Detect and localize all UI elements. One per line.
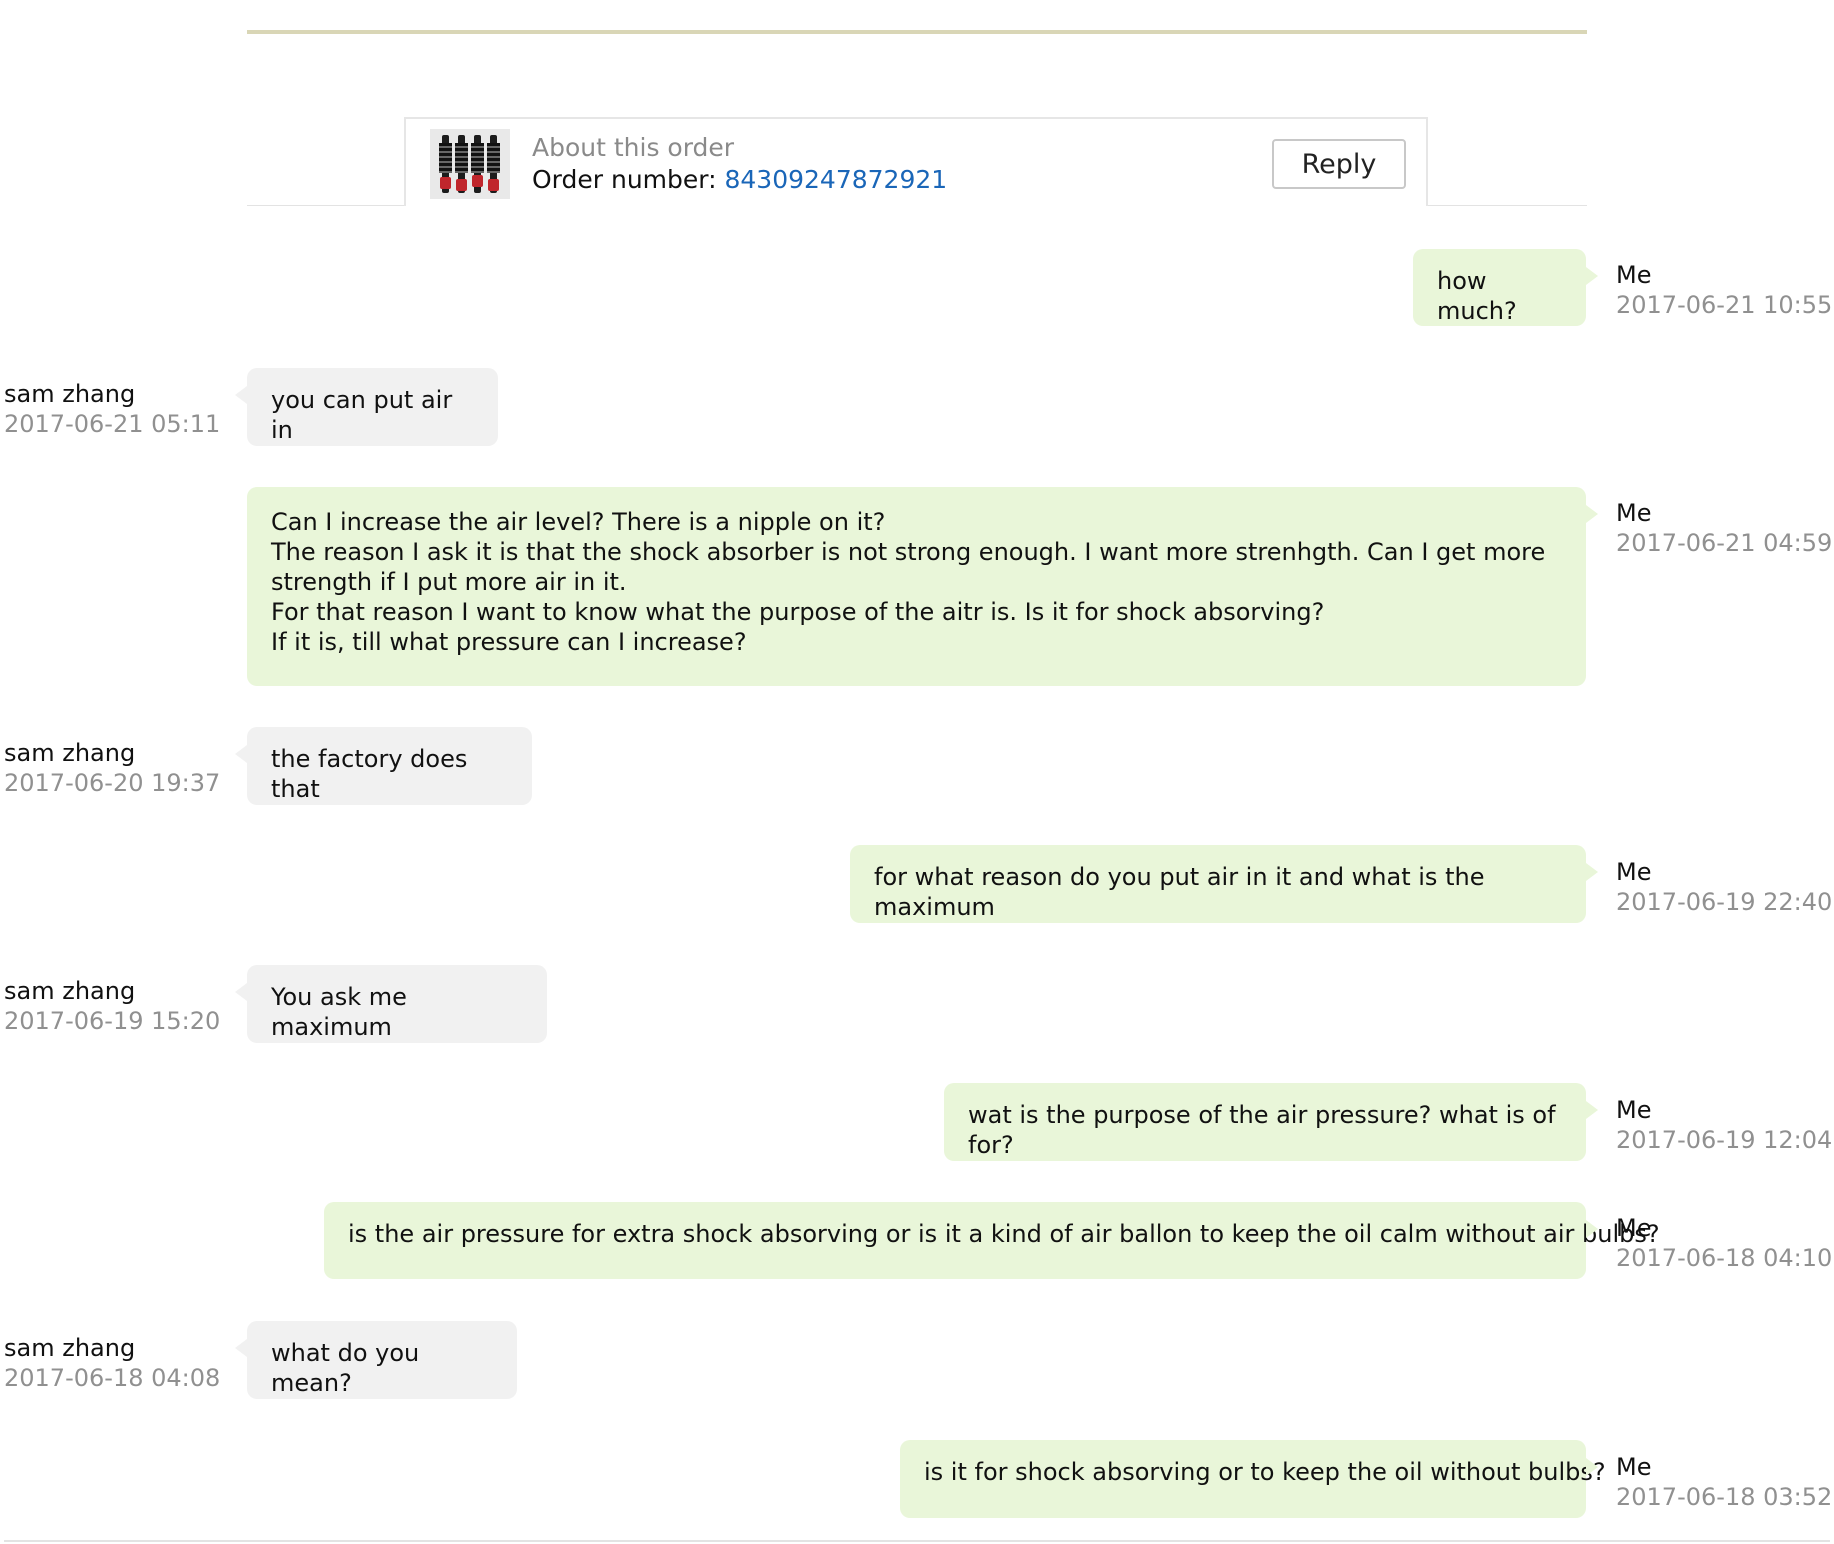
message-bubble-me: Can I increase the air level? There is a… (247, 487, 1598, 686)
sender-name: Me (1616, 1214, 1652, 1242)
message-time: 2017-06-20 19:37 (4, 769, 221, 797)
message-time: 2017-06-18 04:08 (4, 1364, 221, 1392)
message-time: 2017-06-19 15:20 (4, 1007, 221, 1035)
sender-name: Me (1616, 1096, 1652, 1124)
message-bubble-them: the factory does that (235, 727, 532, 805)
message-bubble-them: you can put air in (235, 368, 498, 446)
sender-name: sam zhang (4, 380, 136, 408)
message-time: 2017-06-18 04:10 (1616, 1244, 1833, 1272)
sender-name: Me (1616, 858, 1652, 886)
sender-name: sam zhang (4, 739, 136, 767)
sender-name: Me (1616, 499, 1652, 527)
sender-name: Me (1616, 261, 1652, 289)
top-divider (247, 30, 1587, 34)
order-about-label: About this order (532, 133, 735, 162)
sender-name: sam zhang (4, 977, 136, 1005)
message-bubble-them: You ask me maximum (235, 965, 547, 1043)
message-bubble-me: wat is the purpose of the air pressure? … (944, 1083, 1598, 1161)
order-card: About this order Order number: 843092478… (404, 117, 1428, 206)
message-bubble-me: how much? (1413, 249, 1598, 326)
order-number-line: Order number: 84309247872921 (532, 165, 947, 194)
message-time: 2017-06-19 22:40 (1616, 888, 1833, 916)
message-time: 2017-06-21 04:59 (1616, 529, 1833, 557)
sender-name: sam zhang (4, 1334, 136, 1362)
product-thumbnail-image[interactable] (430, 129, 510, 199)
message-bubble-them: what do you mean? (235, 1321, 517, 1399)
message-bubble-me: is the air pressure for extra shock abso… (324, 1202, 1660, 1279)
order-number-prefix: Order number: (532, 165, 725, 194)
message-bubble-me: for what reason do you put air in it and… (850, 845, 1598, 923)
message-time: 2017-06-19 12:04 (1616, 1126, 1833, 1154)
message-time: 2017-06-18 03:52 (1616, 1483, 1833, 1511)
order-number-link[interactable]: 84309247872921 (725, 165, 948, 194)
message-time: 2017-06-21 05:11 (4, 410, 221, 438)
bottom-divider (4, 1540, 1830, 1542)
sender-name: Me (1616, 1453, 1652, 1481)
reply-button[interactable]: Reply (1272, 139, 1406, 189)
message-time: 2017-06-21 10:55 (1616, 291, 1833, 319)
message-bubble-me: is it for shock absorving or to keep the… (900, 1440, 1606, 1518)
